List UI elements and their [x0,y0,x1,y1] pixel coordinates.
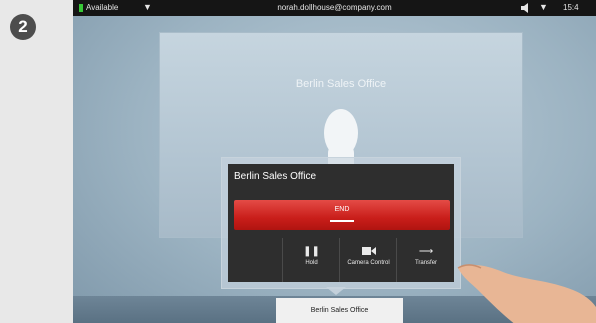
call-control-popup: Berlin Sales Office END ❚❚ Hold Camera C… [221,157,461,289]
call-control-menu: Berlin Sales Office END ❚❚ Hold Camera C… [228,164,454,282]
user-uri: norah.dollhouse@company.com [277,3,392,12]
status-bar: Available ▼ norah.dollhouse@company.com … [73,0,596,16]
transfer-button[interactable]: ⟶ Transfer [396,238,455,282]
step-number-badge: 2 [10,14,36,40]
end-call-bar-icon [330,220,354,222]
popup-pointer [326,287,346,295]
popup-title: Berlin Sales Office [234,171,317,182]
end-call-button[interactable]: END [234,200,450,230]
video-screen: Available ▼ norah.dollhouse@company.com … [73,0,596,323]
call-actions-row: ❚❚ Hold Camera Control ⟶ Transfer [228,238,454,282]
speaker-icon[interactable] [520,2,532,14]
camera-icon [340,246,397,257]
transfer-label: Transfer [414,260,438,266]
pause-icon: ❚❚ [303,246,320,257]
end-call-label: END [334,206,350,213]
clock: 15:4 [563,3,579,12]
active-call-tab[interactable]: Berlin Sales Office [276,298,403,323]
transfer-arrow-icon: ⟶ [418,246,434,257]
hold-button[interactable]: ❚❚ Hold [282,238,340,282]
pointing-hand-icon [457,264,596,323]
remote-site-name: Berlin Sales Office [295,78,387,90]
volume-dropdown-icon[interactable]: ▼ [539,2,548,12]
camera-control-button[interactable]: Camera Control [339,238,397,282]
camera-control-label: Camera Control [347,260,390,266]
hold-label: Hold [305,260,318,266]
